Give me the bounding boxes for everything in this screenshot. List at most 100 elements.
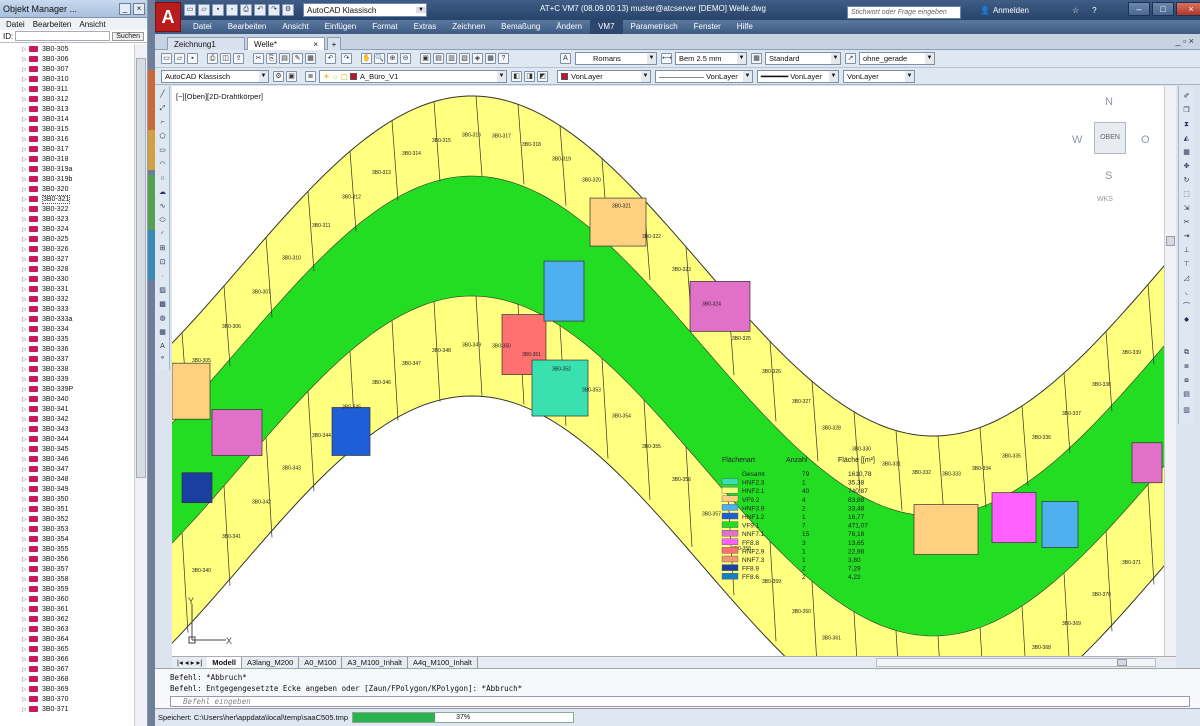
floor-plan[interactable]: 3B0-305 3B0-306 3B0-307 3B0-310 3B0-311 3B0-3… xyxy=(172,86,1164,656)
tree-item[interactable]: ▷ 3B0-319a xyxy=(0,164,134,174)
tree-item[interactable]: ▷ 3B0-333 xyxy=(0,304,134,314)
expand-icon[interactable]: ▷ xyxy=(22,76,29,83)
expand-icon[interactable]: ▷ xyxy=(22,146,29,153)
save-icon[interactable]: ▪ xyxy=(212,4,224,16)
block-icon[interactable]: ▦ xyxy=(305,53,316,64)
tree-item[interactable]: ▷ 3B0-319b xyxy=(0,174,134,184)
expand-icon[interactable]: ▷ xyxy=(22,606,29,613)
expand-icon[interactable]: ▷ xyxy=(22,356,29,363)
scrollbar-thumb[interactable] xyxy=(136,58,146,478)
linetype-select[interactable]: —————— VonLayer ▼ xyxy=(655,70,753,83)
expand-icon[interactable]: ▷ xyxy=(22,706,29,713)
tree-item[interactable]: ▷ 3B0-367 xyxy=(0,664,134,674)
tree-item[interactable]: ▷ 3B0-358 xyxy=(0,574,134,584)
login-area[interactable]: 👤 Anmelden ☆ ? xyxy=(980,6,1097,15)
menu-item[interactable]: Datei xyxy=(185,20,220,34)
layout-tab-a0[interactable]: A0_M100 xyxy=(299,657,343,668)
expand-icon[interactable]: ▷ xyxy=(22,426,29,433)
expand-icon[interactable]: ▷ xyxy=(22,496,29,503)
tree-item[interactable]: ▷ 3B0-339P xyxy=(0,384,134,394)
expand-icon[interactable]: ▷ xyxy=(22,106,29,113)
properties-icon[interactable]: ▣ xyxy=(420,53,431,64)
construction-line-icon[interactable]: ⤢ xyxy=(157,104,168,114)
calculator-icon[interactable]: ▦ xyxy=(485,53,496,64)
menu-item[interactable]: Extras xyxy=(406,20,445,34)
special-room[interactable] xyxy=(991,492,1037,543)
expand-icon[interactable]: ▷ xyxy=(22,326,29,333)
expand-icon[interactable]: ▷ xyxy=(22,586,29,593)
expand-icon[interactable]: ▷ xyxy=(22,536,29,543)
print-icon[interactable]: ⎙ xyxy=(207,53,218,64)
polyline-icon[interactable]: ⌐ xyxy=(157,118,168,128)
login-label[interactable]: Anmelden xyxy=(993,6,1029,15)
tree-item[interactable]: ▷ 3B0-307 xyxy=(0,64,134,74)
tree-item[interactable]: ▷ 3B0-315 xyxy=(0,124,134,134)
text-icon[interactable]: A xyxy=(157,342,168,352)
expand-icon[interactable]: ▷ xyxy=(22,406,29,413)
print-icon[interactable]: ⎙ xyxy=(240,4,252,16)
expand-icon[interactable]: ▷ xyxy=(22,236,29,243)
expand-icon[interactable]: ▷ xyxy=(22,116,29,123)
pan-icon[interactable]: ✋ xyxy=(361,53,372,64)
point-icon[interactable]: · xyxy=(157,272,168,282)
ellipse-icon[interactable]: ⬭ xyxy=(157,216,168,226)
tree-item[interactable]: ▷ 3B0-333a xyxy=(0,314,134,324)
expand-icon[interactable]: ▷ xyxy=(22,656,29,663)
draw-order-front-icon[interactable]: ⧈ xyxy=(1181,362,1192,372)
doc-window-controls[interactable]: _ ▫ × xyxy=(1176,36,1194,46)
copy-object-icon[interactable]: ❐ xyxy=(1181,106,1192,116)
arc-icon[interactable]: ◠ xyxy=(157,160,168,170)
color-select[interactable]: VonLayer ▼ xyxy=(557,70,651,83)
revcloud-icon[interactable]: ☁ xyxy=(157,188,168,198)
expand-icon[interactable]: ▷ xyxy=(22,176,29,183)
publish-icon[interactable]: ⇪ xyxy=(233,53,244,64)
special-room[interactable] xyxy=(1041,501,1079,548)
layout-tab-modell[interactable]: Modell xyxy=(207,657,242,668)
design-center-icon[interactable]: ▤ xyxy=(433,53,444,64)
expand-icon[interactable]: ▷ xyxy=(22,616,29,623)
tree-item[interactable]: ▷ 3B0-311 xyxy=(0,84,134,94)
tree-item[interactable]: ▷ 3B0-346 xyxy=(0,454,134,464)
tree-item[interactable]: ▷ 3B0-366 xyxy=(0,654,134,664)
dim-style-select[interactable]: Bem 2.5 mm ▼ xyxy=(675,52,747,65)
layer-previous-icon[interactable]: ◨ xyxy=(524,71,535,82)
tree-item[interactable]: ▷ 3B0-312 xyxy=(0,94,134,104)
menu-item[interactable]: Parametrisch xyxy=(623,20,686,34)
explode-icon[interactable]: ✸ xyxy=(1181,316,1192,326)
tree-item[interactable]: ▷ 3B0-313 xyxy=(0,104,134,114)
new-tab-button[interactable]: + xyxy=(327,37,341,50)
om-menu-bearbeiten[interactable]: Bearbeiten xyxy=(33,20,72,29)
tree-item[interactable]: ▷ 3B0-331 xyxy=(0,284,134,294)
zoom-window-icon[interactable]: ⊕ xyxy=(387,53,398,64)
viewcube-north[interactable]: N xyxy=(1105,96,1113,108)
add-selected-icon[interactable]: ⚬ xyxy=(157,354,168,364)
palette-tab-marker[interactable] xyxy=(148,70,155,130)
offset-icon[interactable]: ◭ xyxy=(1181,134,1192,144)
expand-icon[interactable]: ▷ xyxy=(22,446,29,453)
expand-icon[interactable]: ▷ xyxy=(22,576,29,583)
tree-item[interactable]: ▷ 3B0-324 xyxy=(0,224,134,234)
expand-icon[interactable]: ▷ xyxy=(22,526,29,533)
blend-icon[interactable]: ⌒ xyxy=(1181,302,1192,312)
vertical-scrollbar[interactable] xyxy=(1164,86,1176,656)
redo-icon[interactable]: ↷ xyxy=(341,53,352,64)
new-icon[interactable]: ▭ xyxy=(184,4,196,16)
expand-icon[interactable]: ▷ xyxy=(22,646,29,653)
special-room[interactable] xyxy=(331,407,371,456)
tree-item[interactable]: ▷ 3B0-354 xyxy=(0,534,134,544)
tree-item[interactable]: ▷ 3B0-357 xyxy=(0,564,134,574)
rectangle-icon[interactable]: ▭ xyxy=(157,146,168,156)
ellipse-arc-icon[interactable]: ◜ xyxy=(157,230,168,240)
layout-tab-a3-inhalt[interactable]: A3_M100_Inhalt xyxy=(342,657,408,668)
expand-icon[interactable]: ▷ xyxy=(22,516,29,523)
id-search-input[interactable] xyxy=(15,31,111,41)
expand-icon[interactable]: ▷ xyxy=(22,456,29,463)
layout-nav-icons[interactable]: |◂ ◂ ▸ ▸| xyxy=(172,657,207,668)
tree-item[interactable]: ▷ 3B0-344 xyxy=(0,434,134,444)
tree-item[interactable]: ▷ 3B0-320 xyxy=(0,184,134,194)
tree-item[interactable]: ▷ 3B0-325 xyxy=(0,234,134,244)
expand-icon[interactable]: ▷ xyxy=(22,376,29,383)
tree-item[interactable]: ▷ 3B0-337 xyxy=(0,354,134,364)
drawing-canvas[interactable]: 3B0-305 3B0-306 3B0-307 3B0-310 3B0-311 3B0-3… xyxy=(172,86,1164,656)
tree-item[interactable]: ▷ 3B0-316 xyxy=(0,134,134,144)
